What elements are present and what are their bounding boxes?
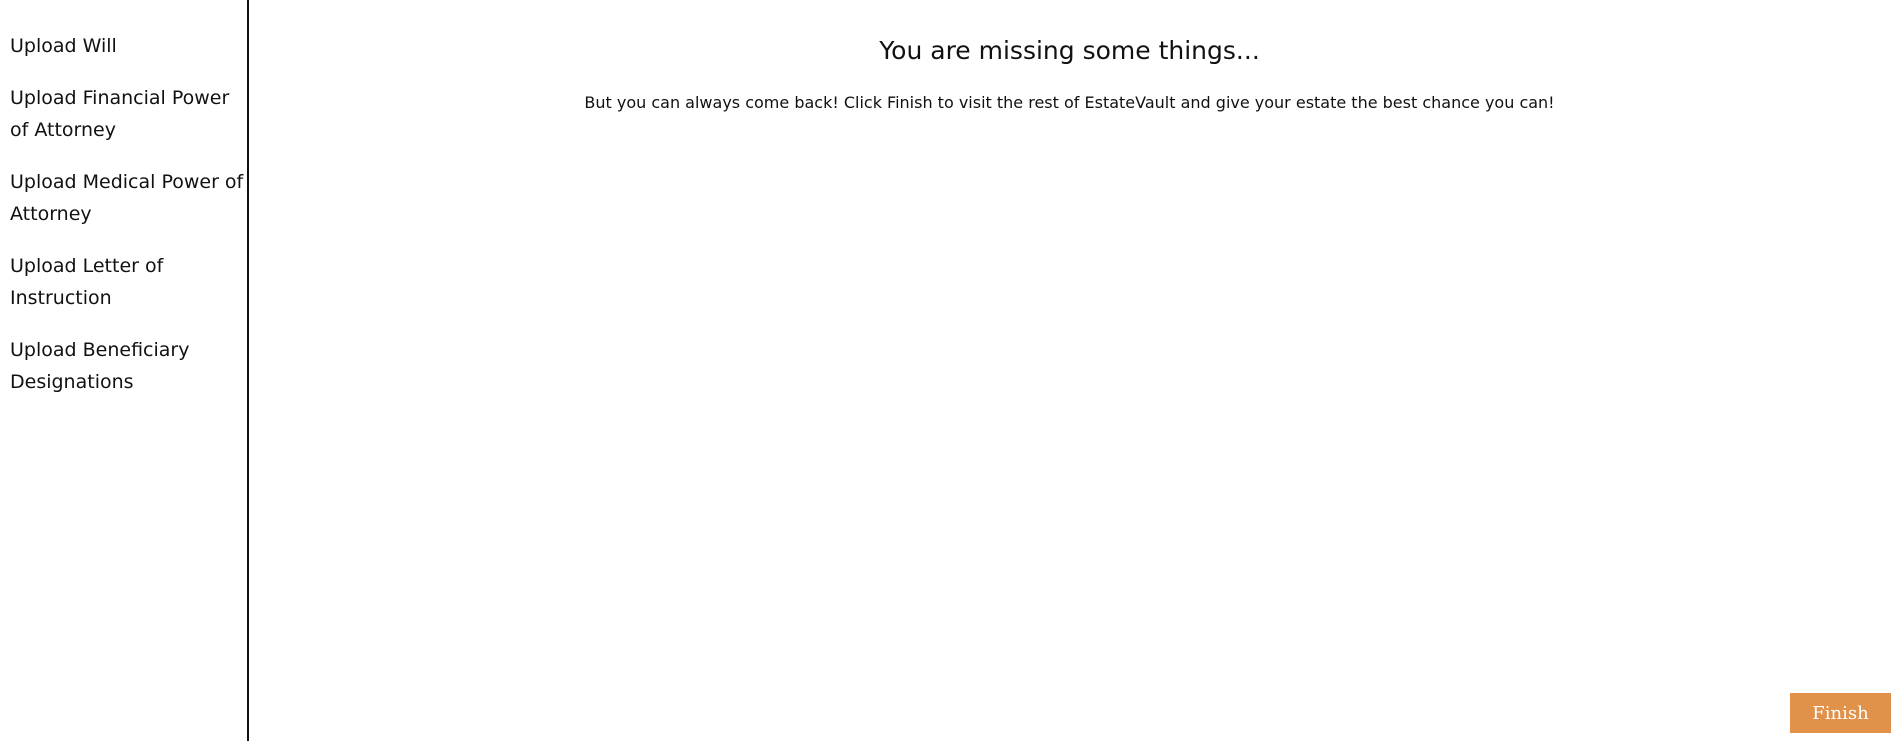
finish-button[interactable]: Finish: [1790, 693, 1891, 733]
page-message: But you can always come back! Click Fini…: [584, 93, 1555, 112]
sidebar-item-upload-medical-power-of-attorney[interactable]: Upload Medical Power of Attorney: [10, 166, 245, 230]
sidebar-list: Upload Will Upload Financial Power of At…: [0, 0, 247, 398]
sidebar-item-upload-financial-power-of-attorney[interactable]: Upload Financial Power of Attorney: [10, 82, 245, 146]
sidebar: Upload Will Upload Financial Power of At…: [0, 0, 249, 741]
sidebar-item-upload-will[interactable]: Upload Will: [10, 30, 245, 62]
app-root: Upload Will Upload Financial Power of At…: [0, 0, 1898, 741]
sidebar-item-upload-beneficiary-designations[interactable]: Upload Beneficiary Designations: [10, 334, 245, 398]
page-title: You are missing some things...: [879, 36, 1260, 65]
main-content: You are missing some things... But you c…: [249, 0, 1898, 741]
sidebar-item-upload-letter-of-instruction[interactable]: Upload Letter of Instruction: [10, 250, 245, 314]
